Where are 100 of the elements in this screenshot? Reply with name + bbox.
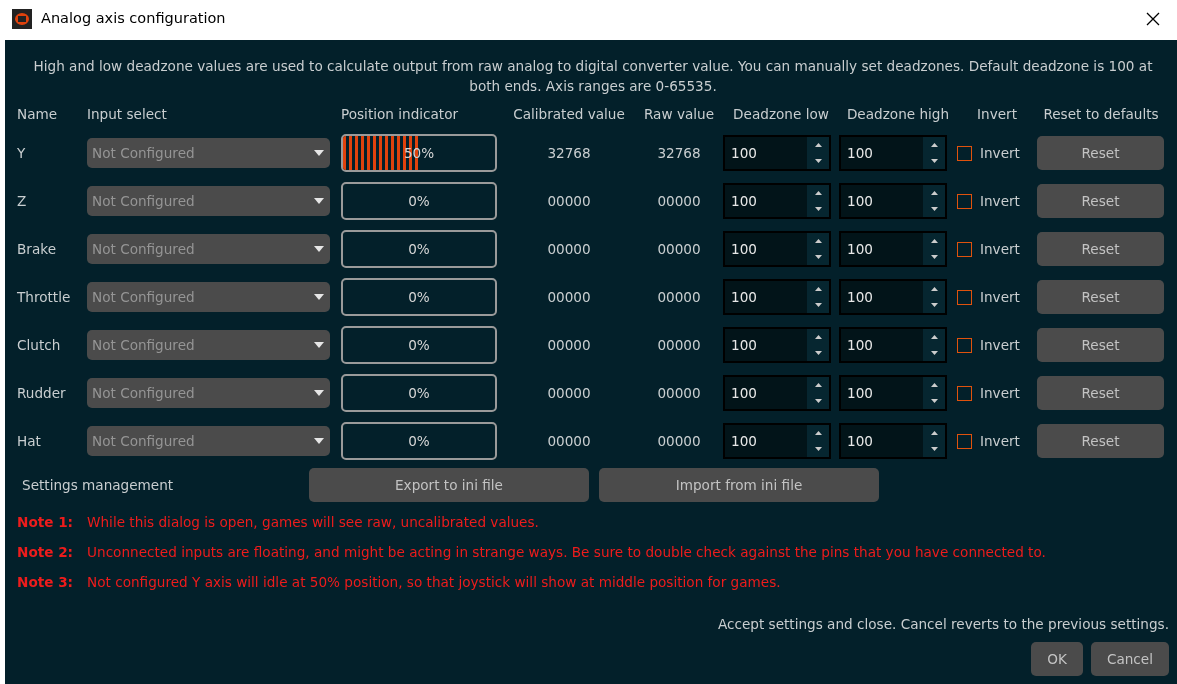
settings-label: Settings management — [21, 476, 175, 496]
invert-checkbox[interactable] — [957, 145, 972, 161]
calibrated-value: 00000 — [546, 192, 592, 212]
deadzone-low-field[interactable]: 100 — [723, 279, 831, 316]
caret-icon — [314, 246, 324, 253]
deadzone-high-field[interactable]: 100 — [839, 279, 947, 316]
invert-label[interactable]: Invert — [980, 383, 1020, 404]
spin-down-icon[interactable] — [814, 255, 822, 260]
invert-checkbox[interactable] — [957, 289, 972, 305]
import-button[interactable]: Import from ini file — [599, 468, 879, 503]
spin-down-icon[interactable] — [930, 447, 938, 452]
spin-up-icon[interactable] — [814, 239, 822, 244]
spin-down-icon[interactable] — [814, 447, 822, 452]
invert-label[interactable]: Invert — [980, 143, 1020, 164]
reset-button[interactable]: Reset — [1037, 136, 1164, 171]
deadzone-low-field[interactable]: 100 — [723, 423, 831, 460]
note-label: Note 2: — [17, 543, 74, 563]
invert-checkbox[interactable] — [957, 337, 972, 353]
spin-up-icon[interactable] — [930, 431, 938, 436]
spin-down-icon[interactable] — [930, 399, 938, 404]
deadzone-low-field[interactable]: 100 — [723, 135, 831, 172]
axis-name: Clutch — [17, 336, 62, 356]
spin-down-icon[interactable] — [814, 207, 822, 212]
deadzone-low-field[interactable]: 100 — [723, 183, 831, 220]
deadzone-low-field[interactable]: 100 — [723, 231, 831, 268]
axis-name: Rudder — [17, 384, 67, 404]
caret-icon — [314, 438, 324, 445]
raw-value: 00000 — [656, 384, 702, 404]
spin-down-icon[interactable] — [814, 159, 822, 164]
invert-label[interactable]: Invert — [980, 287, 1020, 308]
spin-up-icon[interactable] — [930, 239, 938, 244]
spin-up-icon[interactable] — [930, 335, 938, 340]
spin-up-icon[interactable] — [814, 335, 822, 340]
export-button[interactable]: Export to ini file — [309, 468, 589, 503]
deadzone-low-field[interactable]: 100 — [723, 327, 831, 364]
column-header: Deadzone high — [845, 105, 951, 124]
column-header: Raw value — [642, 105, 715, 124]
deadzone-high-field[interactable]: 100 — [839, 231, 947, 268]
spin-down-icon[interactable] — [814, 303, 822, 308]
column-header: Position indicator — [341, 105, 460, 124]
spin-down-icon[interactable] — [930, 351, 938, 356]
axis-name: Y — [17, 144, 27, 164]
spin-down-icon[interactable] — [930, 159, 938, 164]
invert-label[interactable]: Invert — [980, 335, 1020, 356]
invert-checkbox[interactable] — [957, 385, 972, 401]
close-icon — [1145, 11, 1161, 27]
deadzone-high-field[interactable]: 100 — [839, 183, 947, 220]
invert-label[interactable]: Invert — [980, 191, 1020, 212]
reset-button[interactable]: Reset — [1037, 328, 1164, 363]
position-indicator: 0% — [341, 374, 497, 413]
raw-value: 00000 — [656, 336, 702, 356]
spin-up-icon[interactable] — [814, 287, 822, 292]
caret-icon — [314, 294, 324, 301]
deadzone-low-field[interactable]: 100 — [723, 375, 831, 412]
cancel-button[interactable]: Cancel — [1090, 642, 1169, 676]
spin-down-icon[interactable] — [814, 351, 822, 356]
spin-up-icon[interactable] — [930, 143, 938, 148]
deadzone-high-field[interactable]: 100 — [839, 327, 947, 364]
invert-label[interactable]: Invert — [980, 431, 1020, 452]
reset-button[interactable]: Reset — [1037, 232, 1164, 267]
calibrated-value: 00000 — [546, 288, 592, 308]
spin-up-icon[interactable] — [930, 191, 938, 196]
spin-up-icon[interactable] — [814, 191, 822, 196]
spin-up-icon[interactable] — [814, 431, 822, 436]
position-indicator: 0% — [341, 326, 497, 365]
description-text: High and low deadzone values are used to calculate output from raw analog to digital converter value. You can manually set deadzones. Default deadzone is 100 at both ends. Axis ranges are 0-65535. — [32, 57, 1154, 96]
position-indicator: 0% — [341, 230, 497, 269]
axis-name: Throttle — [17, 288, 72, 308]
column-header: Name — [17, 105, 59, 124]
invert-checkbox[interactable] — [957, 433, 972, 449]
invert-label[interactable]: Invert — [980, 239, 1020, 260]
note-label: Note 3: — [17, 573, 74, 593]
deadzone-high-field[interactable]: 100 — [839, 375, 947, 412]
calibrated-value: 00000 — [546, 384, 592, 404]
footer-text: Accept settings and close. Cancel reverts to the previous settings. — [716, 614, 1169, 634]
reset-button[interactable]: Reset — [1037, 376, 1164, 411]
ok-button[interactable]: OK — [1031, 642, 1083, 676]
caret-icon — [314, 342, 324, 349]
spin-up-icon[interactable] — [814, 143, 822, 148]
position-indicator: 0% — [341, 422, 497, 461]
spin-down-icon[interactable] — [930, 255, 938, 260]
spin-up-icon[interactable] — [930, 287, 938, 292]
spin-up-icon[interactable] — [930, 383, 938, 388]
column-header: Calibrated value — [512, 105, 626, 124]
deadzone-high-field[interactable]: 100 — [839, 135, 947, 172]
invert-checkbox[interactable] — [957, 193, 972, 209]
invert-checkbox[interactable] — [957, 241, 972, 257]
reset-button[interactable]: Reset — [1037, 184, 1164, 219]
reset-button[interactable]: Reset — [1037, 424, 1164, 459]
column-header: Input select — [87, 105, 168, 124]
app-logo-icon — [12, 9, 32, 29]
reset-button[interactable]: Reset — [1037, 280, 1164, 315]
spin-down-icon[interactable] — [814, 399, 822, 404]
note-label: Note 1: — [17, 513, 74, 533]
spin-down-icon[interactable] — [930, 303, 938, 308]
raw-value: 00000 — [656, 240, 702, 260]
spin-up-icon[interactable] — [814, 383, 822, 388]
caret-icon — [314, 150, 324, 157]
spin-down-icon[interactable] — [930, 207, 938, 212]
deadzone-high-field[interactable]: 100 — [839, 423, 947, 460]
